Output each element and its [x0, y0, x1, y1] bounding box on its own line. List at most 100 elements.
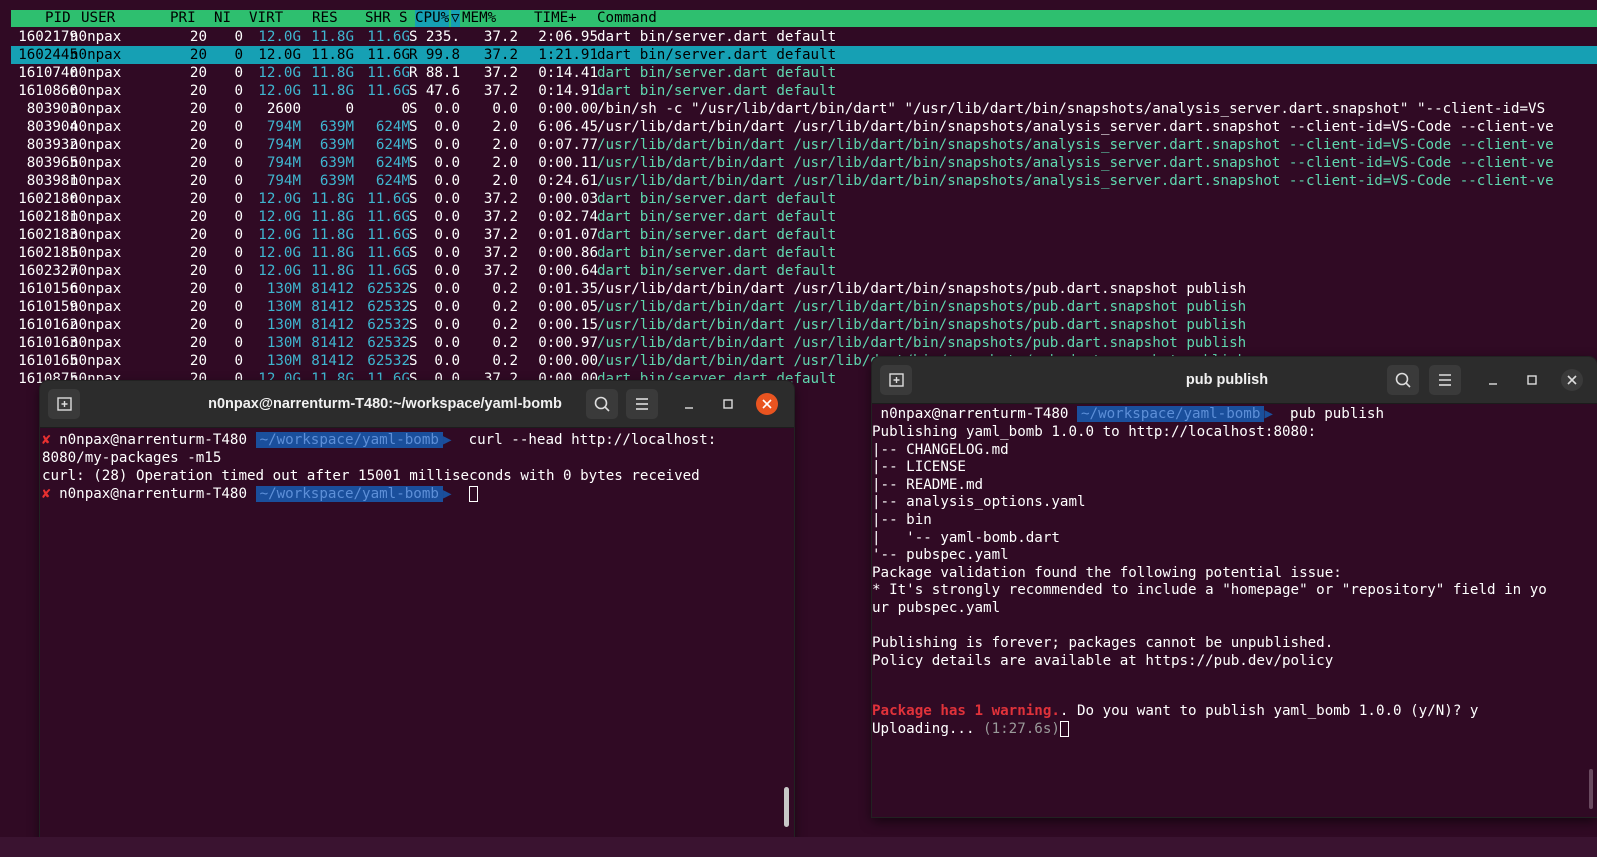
cell-res: 81412 [311, 281, 354, 297]
col-virt[interactable]: VIRT [249, 10, 283, 27]
cell-virt: 794M [266, 137, 301, 153]
cell-ni: 0 [234, 191, 243, 207]
cell-time: 0:24.61 [538, 173, 598, 189]
cell-res: 11.8G [311, 29, 354, 45]
col-time[interactable]: TIME+ [534, 10, 577, 27]
title-bar[interactable]: pub publish [872, 357, 1597, 404]
process-row[interactable]: 1610740 n0npax 20 0 12.0G 11.8G 11.6G R 88.1 37.2… [11, 64, 1597, 82]
cell-shr: 11.6G [367, 191, 410, 207]
cell-time: 0:00.00 [538, 101, 598, 117]
cell-cmd: /usr/lib/dart/bin/dart /usr/lib/dart/bin… [597, 155, 1554, 171]
process-row[interactable]: 1602183 n0npax 20 0 12.0G 11.8G 11.6G S 0.0 37.2 0… [11, 226, 1597, 244]
prompt-line: ✘ n0npax@narrenturm-T480 ~/workspace/yam… [42, 432, 717, 448]
close-button[interactable] [756, 393, 778, 415]
process-row[interactable]: 803903 n0npax 20 0 2600 0 0 S 0.0 0.0 0:00.00/bin/… [11, 100, 1597, 118]
cell-shr: 62532 [367, 281, 410, 297]
cell-s: S [409, 281, 418, 297]
process-row[interactable]: 1602179 n0npax 20 0 12.0G 11.8G 11.6G S 235. 37.2… [11, 28, 1597, 46]
cell-user: n0npax [70, 245, 122, 261]
cell-ni: 0 [234, 227, 243, 243]
process-row-selected[interactable]: 1602445 n0npax 20 0 12.0G 11.8G 11.6G R 99.8 37.2… [11, 46, 1597, 64]
cell-mem: 37.2 [483, 263, 518, 279]
cell-pri: 20 [189, 47, 207, 63]
terminal-content[interactable]: ✘ n0npax@narrenturm-T480 ~/workspace/yam… [40, 427, 794, 841]
process-row[interactable]: 1610860 n0npax 20 0 12.0G 11.8G 11.6G S 47.6 37.2… [11, 82, 1597, 100]
terminal-window-right[interactable]: pub publish n0npax@narrenturm-T480 ~/wor… [872, 357, 1597, 817]
col-user[interactable]: USER [81, 10, 115, 27]
cell-s: R [409, 65, 418, 81]
cell-virt: 12.0G [258, 191, 301, 207]
process-row[interactable]: 1602185 n0npax 20 0 12.0G 11.8G 11.6G S 0.0 37.2 0… [11, 244, 1597, 262]
close-button[interactable] [1561, 369, 1583, 391]
col-mem[interactable]: MEM% [462, 10, 496, 27]
output-line: |-- README.md [872, 476, 984, 493]
col-command[interactable]: Command [597, 10, 657, 27]
process-row[interactable]: 1602181 n0npax 20 0 12.0G 11.8G 11.6G S 0.0 37.2 0… [11, 208, 1597, 226]
cell-mem: 37.2 [483, 83, 518, 99]
search-button[interactable] [586, 389, 618, 419]
cell-time: 0:02.74 [538, 209, 598, 225]
cell-cmd: dart bin/server.dart default [597, 191, 837, 207]
process-row[interactable]: 803932 n0npax 20 0 794M 639M 624M S 0.0 2.0 0:07.7… [11, 136, 1597, 154]
scrollbar[interactable] [1589, 769, 1593, 809]
output-line: 8080/my-packages -m15 [42, 450, 222, 466]
menu-button[interactable] [1429, 365, 1461, 395]
col-pid[interactable]: PID [45, 10, 71, 27]
search-button[interactable] [1387, 365, 1419, 395]
cell-ni: 0 [234, 317, 243, 333]
process-row[interactable]: 1610159 n0npax 20 0 130M 81412 62532 S 0.0 0.2 0:0… [11, 298, 1597, 316]
process-row[interactable]: 1610163 n0npax 20 0 130M 81412 62532 S 0.0 0.2 0:0… [11, 334, 1597, 352]
prompt-line: n0npax@narrenturm-T480 ~/workspace/yaml-… [880, 406, 1384, 422]
cell-time: 2:06.95 [538, 29, 598, 45]
title-bar[interactable]: n0npax@narrenturm-T480:~/workspace/yaml-… [40, 381, 794, 428]
col-res[interactable]: RES [312, 10, 338, 27]
scrollbar[interactable] [784, 787, 789, 827]
terminal-content[interactable]: n0npax@narrenturm-T480 ~/workspace/yaml-… [872, 403, 1597, 817]
cell-pri: 20 [189, 281, 207, 297]
cell-cpu: 0.0 [434, 317, 460, 333]
cell-cpu: 0.0 [434, 281, 460, 297]
cell-mem: 0.2 [492, 281, 518, 297]
cell-res: 11.8G [311, 47, 354, 63]
process-row[interactable]: 1602327 n0npax 20 0 12.0G 11.8G 11.6G S 0.0 37.2 0… [11, 262, 1597, 280]
maximize-button[interactable] [1521, 369, 1543, 391]
cell-user: n0npax [70, 101, 122, 117]
process-row[interactable]: 803904 n0npax 20 0 794M 639M 624M S 0.0 2.0 6:06.4… [11, 118, 1597, 136]
htop-column-header[interactable]: PID USER PRI NI VIRT RES SHR S CPU% ▽ ME… [11, 10, 1597, 27]
process-row[interactable]: 1610162 n0npax 20 0 130M 81412 62532 S 0.0 0.2 0:0… [11, 316, 1597, 334]
process-row[interactable]: 1610156 n0npax 20 0 130M 81412 62532 S 0.0 0.2 0:0… [11, 280, 1597, 298]
cell-mem: 0.2 [492, 335, 518, 351]
menu-button[interactable] [626, 389, 658, 419]
maximize-button[interactable] [717, 393, 739, 415]
cell-s: S [409, 353, 418, 369]
new-tab-button[interactable] [880, 365, 912, 395]
terminal-window-left[interactable]: n0npax@narrenturm-T480:~/workspace/yaml-… [40, 381, 794, 841]
cell-pri: 20 [189, 245, 207, 261]
cell-pri: 20 [189, 263, 207, 279]
col-shr[interactable]: SHR [365, 10, 391, 27]
cell-cmd: /usr/lib/dart/bin/dart /usr/lib/dart/bin… [597, 299, 1247, 315]
process-row[interactable]: 803965 n0npax 20 0 794M 639M 624M S 0.0 2.0 0:00.1… [11, 154, 1597, 172]
output-line: ur pubspec.yaml [872, 600, 1001, 616]
cell-s: S [409, 317, 418, 333]
cell-cmd: dart bin/server.dart default [597, 29, 837, 45]
minimize-button[interactable] [1482, 369, 1504, 391]
new-tab-button[interactable] [48, 389, 80, 419]
col-pri[interactable]: PRI [170, 10, 196, 27]
process-row[interactable]: 1602180 n0npax 20 0 12.0G 11.8G 11.6G S 0.0 37.2 0… [11, 190, 1597, 208]
cell-user: n0npax [70, 191, 122, 207]
process-row[interactable]: 803981 n0npax 20 0 794M 639M 624M S 0.0 2.0 0:24.6… [11, 172, 1597, 190]
cell-mem: 37.2 [483, 209, 518, 225]
col-s[interactable]: S [399, 10, 408, 27]
close-icon [1567, 375, 1577, 385]
cell-pri: 20 [189, 353, 207, 369]
cell-cmd: /bin/sh -c "/usr/lib/dart/bin/dart" "/us… [597, 101, 1546, 117]
output-line: curl: (28) Operation timed out after 150… [42, 468, 700, 484]
minimize-button[interactable] [678, 393, 700, 415]
minimize-icon [685, 407, 693, 409]
prompt-path: ~/workspace/yaml-bomb [255, 432, 443, 448]
cell-mem: 2.0 [492, 155, 518, 171]
col-ni[interactable]: NI [214, 10, 231, 27]
col-cpu[interactable]: CPU% [415, 10, 450, 27]
prompt-user: n0npax@narrenturm-T480 [880, 406, 1069, 422]
